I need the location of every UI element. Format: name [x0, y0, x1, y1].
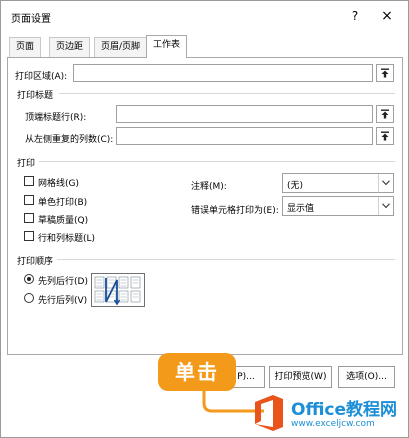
options-button[interactable]: 选项(O)...: [338, 366, 395, 388]
draft-quality-label: 草稿质量(Q): [38, 216, 89, 226]
cols-to-repeat-input[interactable]: [116, 127, 373, 145]
black-and-white-checkbox[interactable]: [24, 195, 34, 205]
comments-value: (无): [287, 181, 304, 191]
over-then-down-label: 先行后列(V): [38, 296, 88, 306]
gridlines-label: 网格线(G): [38, 179, 79, 189]
print-area-label: 打印区域(A):: [15, 72, 68, 82]
print-preview-button[interactable]: 打印预览(W): [269, 366, 332, 388]
chevron-down-icon: [378, 197, 393, 215]
row-col-headings-label: 行和列标题(L): [38, 234, 96, 244]
cell-errors-label: 错误单元格打印为(E):: [191, 206, 279, 216]
tab-header-footer[interactable]: 页眉/页脚: [94, 37, 148, 57]
over-then-down-radio[interactable]: [24, 293, 34, 303]
comments-label: 注释(M):: [191, 182, 227, 192]
cell-errors-select[interactable]: 显示值: [282, 196, 394, 216]
help-button[interactable]: ?: [345, 6, 365, 26]
page-order-divider: [57, 259, 395, 260]
print-titles-divider: [59, 93, 395, 94]
page-order-group-label: 打印顺序: [17, 257, 54, 267]
page-setup-dialog: 页面设置 ? × 页面 页边距 页眉/页脚 工作表 打印区域(A): 打印标题 …: [0, 0, 409, 438]
page-order-preview-icon: [94, 276, 141, 306]
office-logo-icon: [255, 395, 283, 431]
cols-to-repeat-label: 从左侧重复的列数(C):: [25, 135, 114, 145]
draft-quality-checkbox[interactable]: [24, 213, 34, 223]
watermark: Office教程网 www.exceljcw.com: [251, 393, 409, 438]
tab-margins[interactable]: 页边距: [49, 37, 91, 57]
close-button[interactable]: ×: [377, 6, 397, 26]
title-bar: 页面设置 ? ×: [1, 1, 408, 31]
tab-sheet[interactable]: 工作表: [146, 35, 188, 58]
print-area-input[interactable]: [73, 64, 373, 82]
gridlines-checkbox[interactable]: [24, 176, 34, 186]
down-then-over-label: 先列后行(D): [38, 277, 88, 287]
down-then-over-radio[interactable]: [24, 274, 34, 284]
print-titles-group-label: 打印标题: [17, 91, 54, 101]
rows-to-repeat-label: 顶端标题行(R):: [25, 113, 87, 123]
chevron-down-icon: [378, 174, 393, 192]
cell-errors-value: 显示值: [287, 204, 315, 214]
print-area-collapse-button[interactable]: [376, 64, 394, 82]
rows-to-repeat-input[interactable]: [116, 105, 373, 123]
page-order-preview: [91, 273, 145, 307]
print-group-label: 打印: [17, 159, 36, 169]
collapse-icon: [381, 131, 389, 141]
click-callout: 单击: [158, 353, 236, 391]
black-and-white-label: 单色打印(B): [38, 198, 88, 208]
print-group-divider: [39, 161, 395, 162]
dialog-title: 页面设置: [11, 14, 51, 25]
cols-collapse-button[interactable]: [376, 127, 394, 145]
collapse-icon: [381, 109, 389, 119]
collapse-icon: [381, 68, 389, 78]
watermark-brand: Office教程网: [291, 400, 398, 420]
rows-collapse-button[interactable]: [376, 105, 394, 123]
watermark-url: www.exceljcw.com: [291, 419, 375, 429]
comments-select[interactable]: (无): [282, 173, 394, 193]
tab-page[interactable]: 页面: [9, 37, 42, 57]
row-col-headings-checkbox[interactable]: [24, 231, 34, 241]
